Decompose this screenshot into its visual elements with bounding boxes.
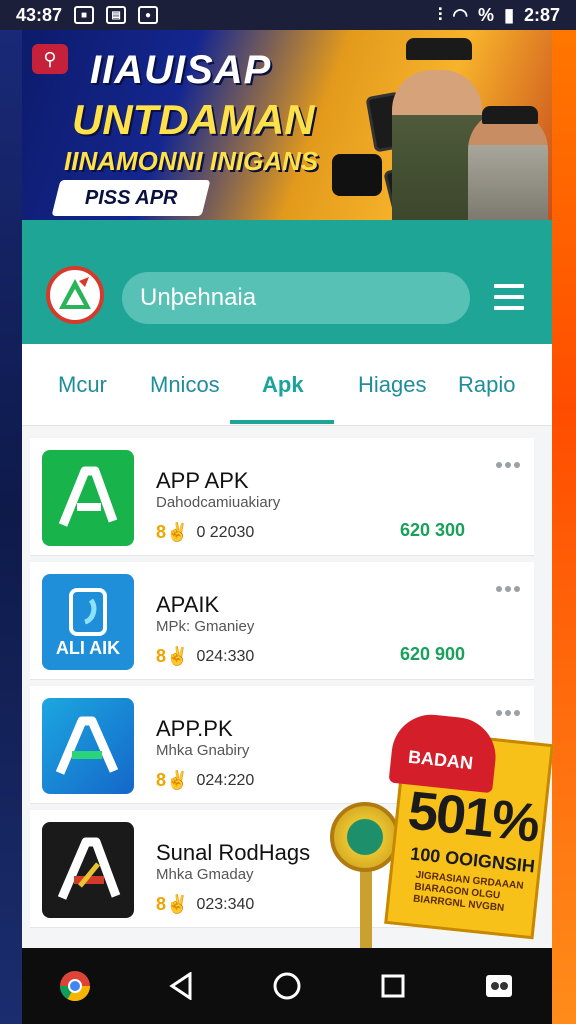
message-notification-icon: ▤ [106, 6, 127, 24]
app-logo-icon[interactable] [46, 266, 104, 324]
right-edge-decoration [552, 0, 576, 1024]
banner-tagline: IINAMONNI INIGANS [64, 146, 319, 176]
app-subtitle: MPk: Gmaniey [156, 618, 255, 635]
back-icon[interactable] [159, 964, 203, 1008]
banner-brand-icon: ⚲ [32, 44, 68, 74]
app-icon-label: ALI AIK [55, 637, 121, 658]
rating-icon: 8✌ [156, 522, 189, 542]
app-rating-value: 023:340 [196, 895, 255, 913]
banner-subheadline: UNTDAMAN [72, 96, 315, 143]
tab-apk[interactable]: Apk [262, 372, 304, 398]
category-tabs: Mcur Mnicos Apk Hiages Rapio [22, 344, 552, 426]
app-icon: ALI AIK [42, 574, 134, 670]
tab-mnicos[interactable]: Mnicos [150, 372, 220, 398]
app-icon[interactable] [477, 964, 521, 1008]
app-title: APAIK [156, 592, 220, 617]
location-notification-icon: ● [138, 6, 159, 24]
app-rating-value: 0 22030 [196, 523, 255, 541]
active-tab-indicator [230, 420, 334, 424]
app-rating: 8✌ 0 22030 [156, 522, 254, 543]
vibrate-icon: ⫶ [437, 4, 443, 25]
app-price: 620 900 [400, 644, 466, 664]
tab-rapio[interactable]: Rapio [458, 372, 515, 398]
home-icon[interactable] [265, 964, 309, 1008]
banner-cta-button[interactable]: PISS APR [51, 180, 211, 216]
battery-icon: ▮ [504, 4, 514, 25]
list-item[interactable]: ALI AIK APAIK MPk: Gmaniey 8✌ 024:330 62… [30, 562, 534, 680]
trophy-stick [360, 868, 372, 948]
left-edge-decoration [0, 0, 22, 1024]
app-price: 620 300 [400, 520, 466, 540]
app-icon [42, 698, 134, 794]
search-input[interactable]: Unþehnaia [122, 272, 470, 324]
officer-cap [406, 38, 472, 60]
screenshot-notification-icon: ■ [74, 6, 95, 24]
app-rating: 8✌ 023:340 [156, 894, 254, 915]
app-rating-value: 024:220 [196, 771, 255, 789]
officer-cap [482, 106, 538, 124]
app-title: APP.PK [156, 716, 233, 741]
promo-banner[interactable]: ⚲ IIAUISAP UNTDAMAN IINAMONNI INIGANS PI… [22, 30, 552, 220]
tab-hiages[interactable]: Hiages [358, 372, 426, 398]
status-time-right: 2:87 [523, 4, 560, 25]
app-rating-value: 024:330 [196, 647, 255, 665]
app-title: Sunal RodHags [156, 840, 311, 865]
more-options-icon[interactable] [496, 586, 520, 592]
rating-icon: 8✌ [156, 770, 189, 790]
app-icon [42, 822, 134, 918]
app-title: APP APK [156, 468, 249, 493]
status-time-left: 43:87 [16, 4, 63, 25]
app-rating: 8✌ 024:330 [156, 646, 254, 667]
app-header: Unþehnaia [22, 220, 552, 344]
status-bar: 43:87 ■ ▤ ● ⫶ ◠ % ▮ 2:87 [0, 0, 576, 30]
compass-icon [330, 802, 400, 872]
recents-icon[interactable] [371, 964, 415, 1008]
battery-percent: % [478, 4, 495, 25]
app-rating: 8✌ 024:220 [156, 770, 254, 791]
officer-illustration [468, 110, 548, 220]
search-input-value: Unþehnaia [140, 284, 257, 311]
wifi-icon: ◠ [452, 4, 469, 25]
app-subtitle: Mhka Gnabiry [156, 742, 250, 759]
camera-illustration [332, 154, 382, 196]
app-subtitle: Mhka Gmaday [156, 866, 254, 883]
more-options-icon[interactable] [496, 462, 520, 468]
rating-icon: 8✌ [156, 894, 189, 914]
system-nav-bar [22, 948, 552, 1024]
banner-cta-label: PISS APR [84, 186, 178, 209]
chrome-icon[interactable] [53, 964, 97, 1008]
promo-overlay[interactable]: BADAN 501% 100 OOIGNSIH JIGRASIAN GRDAAA… [324, 710, 554, 948]
list-item[interactable]: APP APK Dahodcamiuakiary 8✌ 0 22030 620 … [30, 438, 534, 556]
tab-mcur[interactable]: Mcur [58, 372, 107, 398]
banner-headline: IIAUISAP [90, 48, 272, 92]
hamburger-icon[interactable] [494, 284, 524, 310]
app-icon [42, 450, 134, 546]
app-subtitle: Dahodcamiuakiary [156, 494, 281, 511]
rating-icon: 8✌ [156, 646, 189, 666]
